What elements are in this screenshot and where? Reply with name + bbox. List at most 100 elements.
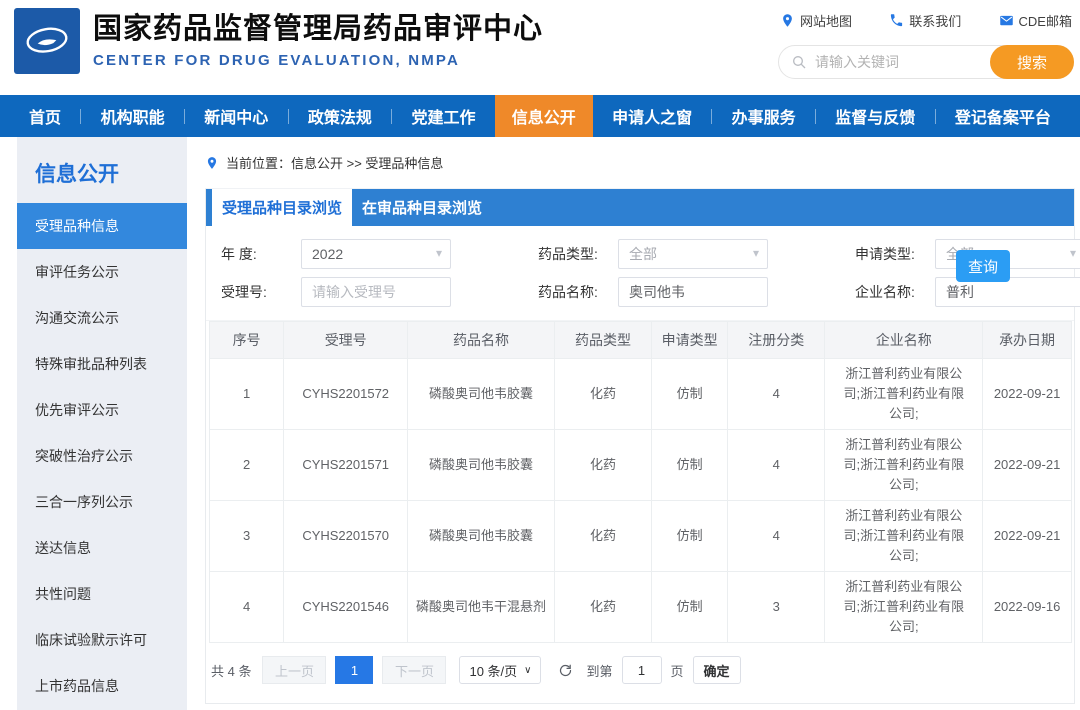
table-cell: 仿制 <box>652 572 728 643</box>
goto-page-input[interactable] <box>622 656 662 684</box>
chevron-down-icon: ∨ <box>524 665 531 676</box>
nav-divider <box>80 109 81 124</box>
sidebar-item-three-in-one[interactable]: 三合一序列公示 <box>17 479 187 525</box>
brand[interactable]: 国家药品监督管理局药品审评中心 CENTER FOR DRUG EVALUATI… <box>14 8 543 74</box>
drug-type-value: 全部 <box>629 244 657 264</box>
table-cell: 4 <box>210 572 284 643</box>
phone-icon <box>889 13 904 28</box>
sidebar-item-delivery-info[interactable]: 送达信息 <box>17 525 187 571</box>
column-header: 药品名称 <box>408 322 555 359</box>
year-select[interactable]: 2022 ▾ <box>301 239 451 269</box>
drug-name-input[interactable] <box>618 277 768 307</box>
year-filter: 年 度: 2022 ▾ <box>219 239 536 269</box>
nav-item-registration-platform[interactable]: 登记备案平台 <box>938 95 1068 137</box>
filter-row: 年 度: 2022 ▾ 药品类型: 全部 ▾ 申 <box>219 239 984 269</box>
table-row: 2 CYHS2201571 磷酸奥司他韦胶囊 化药 仿制 4 浙江普利药业有限公… <box>210 430 1072 501</box>
content-area: 当前位置：信息公开 >> 受理品种信息 受理品种目录浏览 在审品种目录浏览 年 … <box>187 137 1080 710</box>
company-name-label: 企业名称: <box>853 282 935 302</box>
breadcrumb-text: 当前位置：信息公开 >> 受理品种信息 <box>226 153 443 172</box>
page-size-select[interactable]: 10 条/页 ∨ <box>459 656 541 684</box>
column-header: 承办日期 <box>983 322 1072 359</box>
refresh-icon[interactable] <box>558 663 573 678</box>
filter-row: 受理号: 药品名称: 企业名称: <box>219 277 984 307</box>
tab-accepted-catalog[interactable]: 受理品种目录浏览 <box>212 189 352 226</box>
nav-item-info-disclosure[interactable]: 信息公开 <box>495 95 593 137</box>
apply-type-label: 申请类型: <box>853 244 935 264</box>
tab-bar: 受理品种目录浏览 在审品种目录浏览 <box>206 189 1074 226</box>
confirm-button[interactable]: 确定 <box>693 656 741 684</box>
drug-name-label: 药品名称: <box>536 282 618 302</box>
nav-item-news[interactable]: 新闻中心 <box>187 95 285 137</box>
sidebar-item-review-tasks[interactable]: 审评任务公示 <box>17 249 187 295</box>
table-cell: 4 <box>728 501 825 572</box>
site-subtitle: CENTER FOR DRUG EVALUATION, NMPA <box>93 52 543 69</box>
nav-item-supervision-feedback[interactable]: 监督与反馈 <box>818 95 932 137</box>
table-cell: 磷酸奥司他韦胶囊 <box>408 501 555 572</box>
acceptance-no-filter: 受理号: <box>219 277 536 307</box>
sidebar-item-common-issues[interactable]: 共性问题 <box>17 571 187 617</box>
nav-item-policies[interactable]: 政策法规 <box>291 95 389 137</box>
table-cell: CYHS2201546 <box>284 572 408 643</box>
nav-divider <box>288 109 289 124</box>
goto-label: 到第 <box>586 661 612 680</box>
nav-item-functions[interactable]: 机构职能 <box>84 95 182 137</box>
contact-label: 联系我们 <box>909 11 961 30</box>
table-cell: 2022-09-21 <box>983 359 1072 430</box>
nav-item-party-work[interactable]: 党建工作 <box>394 95 492 137</box>
mail-icon <box>999 13 1014 28</box>
table-row: 1 CYHS2201572 磷酸奥司他韦胶囊 化药 仿制 4 浙江普利药业有限公… <box>210 359 1072 430</box>
page-number-button[interactable]: 1 <box>335 656 373 684</box>
column-header: 序号 <box>210 322 284 359</box>
sidebar-item-special-approval[interactable]: 特殊审批品种列表 <box>17 341 187 387</box>
column-header: 企业名称 <box>825 322 983 359</box>
sidebar-item-marketed-drugs[interactable]: 上市药品信息 <box>17 663 187 709</box>
sidebar-item-priority-review[interactable]: 优先审评公示 <box>17 387 187 433</box>
content-panel: 受理品种目录浏览 在审品种目录浏览 年 度: 2022 ▾ 药品类型: <box>205 189 1075 704</box>
contact-link[interactable]: 联系我们 <box>889 11 961 30</box>
chevron-down-icon: ▾ <box>1070 246 1076 260</box>
table-cell: 磷酸奥司他韦干混悬剂 <box>408 572 555 643</box>
top-links: 网站地图 联系我们 CDE邮箱 <box>778 11 1074 30</box>
table-cell: 浙江普利药业有限公司;浙江普利药业有限公司; <box>825 359 983 430</box>
nav-divider <box>391 109 392 124</box>
nav-item-applicant-window[interactable]: 申请人之窗 <box>595 95 709 137</box>
search-button[interactable]: 搜索 <box>990 45 1074 79</box>
page-size-value: 10 条/页 <box>469 661 517 680</box>
location-pin-icon <box>205 156 219 170</box>
prev-page-button[interactable]: 上一页 <box>262 656 326 684</box>
sidebar-item-communication[interactable]: 沟通交流公示 <box>17 295 187 341</box>
query-button[interactable]: 查询 <box>956 250 1010 282</box>
column-header: 申请类型 <box>652 322 728 359</box>
drug-type-select[interactable]: 全部 ▾ <box>618 239 768 269</box>
sidebar-item-breakthrough-therapy[interactable]: 突破性治疗公示 <box>17 433 187 479</box>
keyword-input[interactable] <box>815 54 983 70</box>
cde-mail-label: CDE邮箱 <box>1019 11 1072 30</box>
chevron-down-icon: ▾ <box>753 246 759 260</box>
cde-mail-link[interactable]: CDE邮箱 <box>999 11 1072 30</box>
site-title: 国家药品监督管理局药品审评中心 <box>93 13 543 46</box>
main-nav: 首页 机构职能 新闻中心 政策法规 党建工作 信息公开 申请人之窗 办事服务 监… <box>0 95 1080 137</box>
sitemap-link[interactable]: 网站地图 <box>780 11 852 30</box>
table-cell: 磷酸奥司他韦胶囊 <box>408 359 555 430</box>
table-cell: 化药 <box>554 430 651 501</box>
table-cell: 4 <box>728 359 825 430</box>
nav-item-services[interactable]: 办事服务 <box>715 95 813 137</box>
year-label: 年 度: <box>219 244 301 264</box>
cde-logo-icon <box>14 8 80 74</box>
location-pin-icon <box>780 13 795 28</box>
table-cell: 3 <box>728 572 825 643</box>
sidebar-title: 信息公开 <box>17 137 187 203</box>
next-page-button[interactable]: 下一页 <box>382 656 446 684</box>
nav-divider <box>184 109 185 124</box>
table-cell: 4 <box>728 430 825 501</box>
table-cell: 化药 <box>554 572 651 643</box>
acceptance-no-input[interactable] <box>301 277 451 307</box>
site-titles: 国家药品监督管理局药品审评中心 CENTER FOR DRUG EVALUATI… <box>93 13 543 68</box>
sidebar-item-clinical-trial-license[interactable]: 临床试验默示许可 <box>17 617 187 663</box>
tab-under-review-catalog[interactable]: 在审品种目录浏览 <box>352 189 492 226</box>
nav-item-home[interactable]: 首页 <box>12 95 78 137</box>
column-header: 注册分类 <box>728 322 825 359</box>
table-cell: 仿制 <box>652 430 728 501</box>
table-cell: 2022-09-16 <box>983 572 1072 643</box>
sidebar-item-accepted-products[interactable]: 受理品种信息 <box>17 203 187 249</box>
